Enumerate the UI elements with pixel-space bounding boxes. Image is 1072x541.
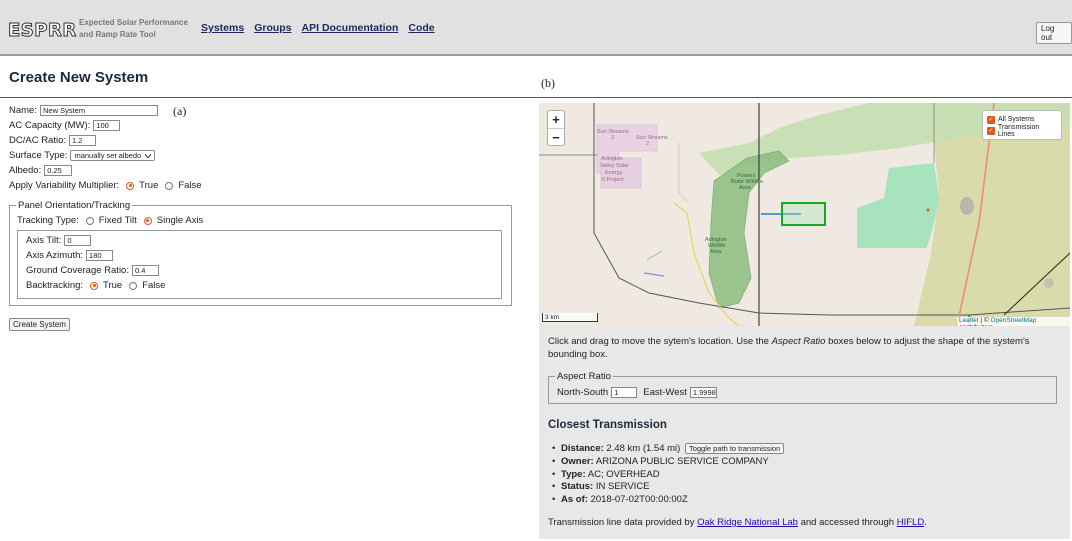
axis-azimuth-label: Axis Azimuth:	[26, 250, 84, 261]
albedo-input[interactable]: 0.25	[44, 165, 73, 176]
layer-control: ✓ All Systems ✓ Transmission Lines	[982, 110, 1062, 140]
tracking-single-radio[interactable]	[143, 216, 152, 225]
logout-button[interactable]: Log out	[1036, 22, 1072, 44]
gcr-row: Ground Coverage Ratio: 0.4	[26, 265, 159, 276]
toggle-path-button[interactable]: Toggle path to transmission	[684, 443, 785, 454]
axis-azimuth-row: Axis Azimuth: 180	[26, 250, 114, 261]
list-item: As of: 2018-07-02T00:00:00Z	[552, 494, 784, 507]
tracking-type-row: Tracking Type: Fixed Tilt Single Axis	[17, 215, 204, 226]
axis-tilt-row: Axis Tilt: 0	[26, 235, 92, 246]
gcr-input[interactable]: 0.4	[131, 265, 159, 276]
app-tagline: Expected Solar Performance and Ramp Rate…	[79, 18, 188, 39]
name-row: Name: New System	[9, 105, 158, 116]
map-instructions: Click and drag to move the sytem's locat…	[548, 336, 1030, 360]
albedo-label: Albedo:	[9, 165, 42, 176]
gcr-label: Ground Coverage Ratio:	[26, 265, 129, 276]
north-south-input[interactable]: 1	[611, 387, 638, 398]
nav-groups[interactable]: Groups	[254, 22, 291, 34]
albedo-row: Albedo: 0.25	[9, 165, 73, 176]
axis-tilt-input[interactable]: 0	[64, 235, 92, 246]
map-label-sun-streams-2-num: 2	[646, 141, 649, 147]
variability-row: Apply Variability Multiplier: True False	[9, 180, 202, 191]
list-item: Type: AC; OVERHEAD	[552, 469, 784, 482]
map-label-arlington-valley-2: Valley Solar	[600, 163, 629, 169]
chevron-down-icon	[145, 153, 152, 158]
map-view[interactable]: Sun Streams 3 Sun Streams 2 Arlington Va…	[539, 103, 1070, 326]
page-title: Create New System	[9, 69, 149, 86]
surface-type-label: Surface Type:	[9, 150, 68, 161]
map-scale: 3 km	[542, 313, 598, 322]
nav-code[interactable]: Code	[408, 22, 434, 34]
checkbox-checked-icon[interactable]: ✓	[987, 115, 995, 124]
map-attribution: Leaflet | © OpenStreetMap contributors	[957, 317, 1070, 326]
title-divider	[0, 97, 1072, 98]
east-west-input[interactable]: 1.9998	[689, 387, 717, 398]
app-header: ESPRR Expected Solar Performance and Ram…	[0, 0, 1072, 56]
surface-type-row: Surface Type: manually set albedo	[9, 150, 156, 161]
main-nav: Systems Groups API Documentation Code	[201, 22, 435, 34]
ac-capacity-row: AC Capacity (MW): 100	[9, 120, 121, 131]
aspect-ratio-row: North-South 1 East-West 1.9998	[557, 387, 717, 398]
backtracking-false-radio[interactable]	[129, 281, 138, 290]
panel-orientation-legend: Panel Orientation/Tracking	[16, 200, 133, 211]
nav-api-documentation[interactable]: API Documentation	[302, 22, 399, 34]
backtracking-label: Backtracking:	[26, 280, 84, 291]
axis-azimuth-input[interactable]: 180	[86, 250, 114, 261]
tracking-fixed-radio[interactable]	[85, 216, 94, 225]
leaflet-link[interactable]: Leaflet	[959, 317, 979, 324]
layer-transmission-lines[interactable]: ✓ Transmission Lines	[987, 124, 1057, 138]
backtracking-row: Backtracking: True False	[26, 280, 166, 291]
ac-capacity-input[interactable]: 100	[93, 120, 121, 131]
map-label-sun-streams-2-name: Sun Streams	[636, 135, 668, 141]
closest-transmission-list: Distance: 2.48 km (1.54 mi) Toggle path …	[552, 443, 785, 507]
east-west-label: East-West	[643, 387, 687, 398]
north-south-label: North-South	[557, 387, 609, 398]
create-system-button[interactable]: Create System	[9, 318, 70, 331]
name-label: Name:	[9, 105, 37, 116]
map-label-arlington-valley-4: II Project	[602, 177, 624, 183]
surface-type-select[interactable]: manually set albedo	[70, 150, 156, 161]
list-item: Owner: ARIZONA PUBLIC SERVICE COMPANY	[552, 456, 784, 469]
hifld-link[interactable]: HIFLD	[897, 517, 924, 528]
ac-capacity-label: AC Capacity (MW):	[9, 120, 91, 131]
closest-transmission-title: Closest Transmission	[548, 419, 667, 431]
list-item: Status: IN SERVICE	[552, 481, 784, 494]
dcac-row: DC/AC Ratio: 1.2	[9, 135, 97, 146]
location-panel: Sun Streams 3 Sun Streams 2 Arlington Va…	[539, 103, 1070, 539]
panel-label-b: (b)	[541, 76, 555, 90]
aspect-ratio-legend: Aspect Ratio	[555, 371, 613, 382]
map-label-arlington-valley-1: Arlington	[601, 156, 623, 162]
name-input[interactable]: New System	[39, 105, 158, 116]
app-logo[interactable]: ESPRR	[8, 20, 77, 42]
axis-tilt-label: Axis Tilt:	[26, 235, 62, 246]
nav-systems[interactable]: Systems	[201, 22, 244, 34]
dcac-label: DC/AC Ratio:	[9, 135, 67, 146]
zoom-control: + −	[547, 110, 565, 146]
checkbox-checked-icon[interactable]: ✓	[987, 126, 995, 135]
data-source-note: Transmission line data provided by Oak R…	[548, 517, 927, 528]
zoom-in-button[interactable]: +	[548, 111, 564, 128]
map-label-sun-streams-3-num: 3	[611, 135, 614, 141]
map-label-arlington-wildlife-3: Area	[710, 249, 723, 255]
backtracking-true-radio[interactable]	[90, 281, 99, 290]
map-label-arlington-valley-3: Energy	[605, 170, 623, 176]
osm-link[interactable]: OpenStreetMap	[990, 317, 1036, 324]
map-label-powers-butte-3: Area	[739, 185, 752, 191]
variability-true-radio[interactable]	[126, 181, 135, 190]
panel-label-a: (a)	[173, 104, 187, 118]
tracking-type-label: Tracking Type:	[17, 215, 79, 226]
oak-ridge-link[interactable]: Oak Ridge National Lab	[697, 517, 798, 528]
variability-false-radio[interactable]	[165, 181, 174, 190]
dcac-input[interactable]: 1.2	[69, 135, 97, 146]
list-item: Distance: 2.48 km (1.54 mi) Toggle path …	[552, 443, 785, 456]
zoom-out-button[interactable]: −	[548, 128, 564, 145]
system-bounding-box	[781, 202, 826, 226]
variability-label: Apply Variability Multiplier:	[9, 180, 120, 191]
